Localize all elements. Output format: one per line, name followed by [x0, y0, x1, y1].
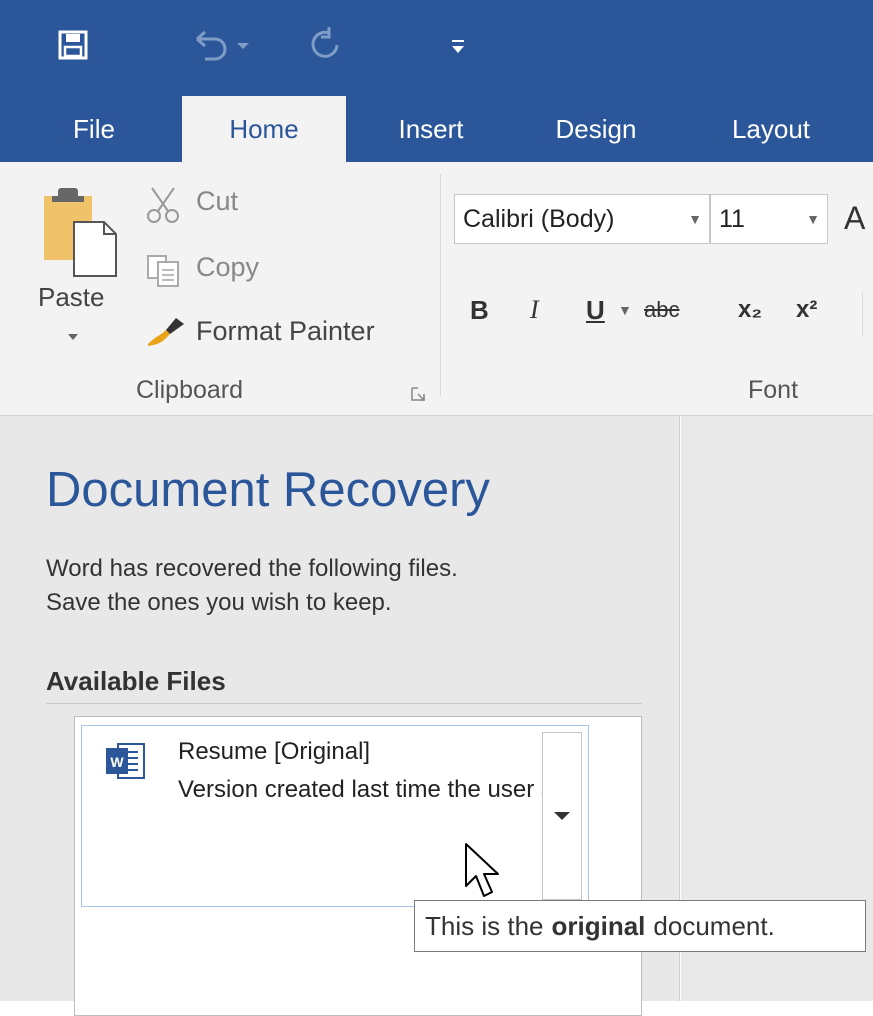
strikethrough-button[interactable]: abc [644, 290, 679, 330]
subscript-button[interactable]: x₂ [738, 290, 762, 330]
save-icon[interactable] [48, 22, 98, 68]
grow-font-button[interactable]: A [844, 200, 865, 237]
clipboard-group-label: Clipboard [136, 376, 244, 404]
format-painter-label: Format Painter [196, 316, 375, 346]
available-files-list[interactable]: W Resume [Original] Version created last… [74, 716, 642, 1016]
undo-icon[interactable] [176, 22, 268, 68]
tooltip-emphasis: original [551, 910, 646, 941]
scissors-icon [147, 187, 179, 223]
chevron-down-icon: ▼ [806, 211, 820, 227]
description-line: Save the ones you wish to keep. [46, 589, 392, 616]
italic-button[interactable]: I [530, 290, 539, 330]
underline-button[interactable]: U [586, 290, 605, 330]
copy-button[interactable]: Copy [146, 246, 306, 292]
cut-button[interactable]: Cut [146, 182, 286, 228]
chevron-down-icon: ▼ [688, 211, 702, 227]
chevron-down-icon [68, 334, 78, 340]
svg-text:W: W [110, 754, 124, 770]
format-painter-button[interactable]: Format Painter [146, 310, 416, 356]
group-separator [862, 292, 863, 336]
dialog-launcher-icon[interactable] [410, 386, 426, 402]
tab-layout[interactable]: Layout [706, 96, 836, 162]
title-bar [0, 0, 873, 96]
file-name: Resume [Original] [178, 738, 371, 765]
description-line: Word has recovered the following files. [46, 555, 458, 582]
underline-dropdown-icon[interactable]: ▼ [618, 290, 632, 330]
group-separator [440, 174, 441, 396]
copy-label: Copy [196, 252, 260, 282]
file-options-dropdown[interactable] [542, 732, 582, 900]
cut-label: Cut [196, 186, 239, 216]
font-family-value: Calibri (Body) [463, 204, 615, 233]
file-description: Version created last time the user saved… [178, 776, 542, 803]
redo-icon[interactable] [300, 22, 350, 68]
bold-button[interactable]: B [470, 290, 489, 330]
tab-insert[interactable]: Insert [372, 96, 490, 162]
list-item[interactable]: W Resume [Original] Version created last… [81, 725, 589, 907]
chevron-down-icon [554, 812, 570, 820]
font-family-combo[interactable]: Calibri (Body) ▼ [454, 194, 710, 244]
ribbon-tabs: File Home Insert Design Layout [0, 96, 873, 162]
superscript-button[interactable]: x² [796, 290, 817, 330]
copy-icon [147, 255, 179, 287]
word-document-icon: W [106, 743, 145, 779]
paste-label: Paste [38, 282, 105, 312]
tab-design[interactable]: Design [528, 96, 664, 162]
font-size-combo[interactable]: 11 ▼ [710, 194, 828, 244]
mouse-cursor-icon [465, 843, 499, 897]
tooltip-suffix: document. [653, 910, 775, 941]
available-files-heading: Available Files [46, 666, 642, 704]
pane-description: Word has recovered the following files. … [46, 552, 458, 620]
customize-toolbar-icon[interactable] [438, 22, 478, 68]
paintbrush-icon [148, 318, 184, 346]
tooltip-prefix: This is the [425, 910, 544, 941]
tab-home[interactable]: Home [182, 96, 346, 162]
font-size-value: 11 [719, 204, 745, 233]
paste-button[interactable]: Paste [34, 184, 130, 352]
ribbon: Paste Cut Copy Format Painter Clipboard [0, 162, 873, 416]
pane-title: Document Recovery [46, 463, 490, 517]
clipboard-icon [44, 188, 117, 277]
font-group-label: Font [748, 376, 799, 404]
tooltip: This is the original document. [414, 900, 866, 952]
tab-file[interactable]: File [48, 96, 140, 162]
